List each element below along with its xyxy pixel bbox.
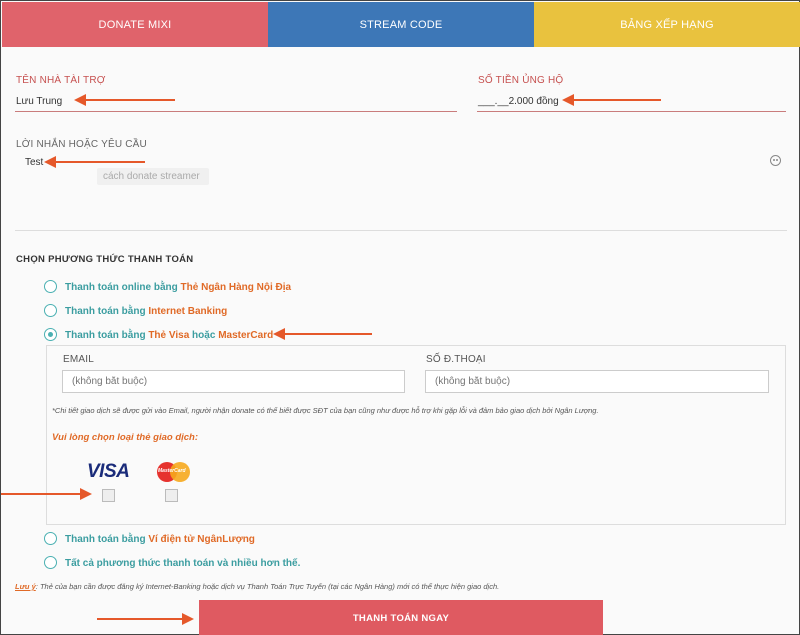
option-highlight-2: MasterCard [218,330,274,341]
phone-field[interactable] [425,370,769,393]
footnote-label: Lưu ý [15,582,36,591]
annotation-arrow-amount [562,94,661,106]
sponsor-input[interactable]: Lưu Trung [16,96,62,107]
radio-internet-banking[interactable] [44,304,57,317]
option-text: Thanh toán bằng [65,534,149,545]
visa-logo: VISA [87,461,130,482]
option-visa-mastercard[interactable]: Thanh toán bằng Thẻ Visa hoặc MasterCard [65,330,273,341]
visa-checkbox[interactable] [102,489,115,502]
sponsor-underline [15,111,457,112]
option-text: Thanh toán bằng [65,306,149,317]
email-label: EMAIL [63,354,95,365]
option-highlight: Internet Banking [148,306,228,317]
email-note: *Chi tiết giao dịch sẽ được gửi vào Emai… [52,406,599,415]
option-text: Thanh toán bằng [65,330,149,341]
annotation-arrow-pay-button [97,613,194,625]
sponsor-label: TÊN NHÀ TÀI TRỢ [16,75,106,86]
option-text: Tất cả phương thức thanh toán và nhiều h… [65,558,301,569]
radio-visa-mastercard[interactable] [44,328,57,341]
annotation-arrow-message [44,156,145,168]
footnote-text: : Thẻ của bạn cần được đăng ký Internet-… [35,582,500,591]
option-text-middle: hoặc [189,330,219,341]
option-all-methods[interactable]: Tất cả phương thức thanh toán và nhiều h… [65,558,300,569]
divider [15,230,787,231]
payment-section-title: CHỌN PHƯƠNG THỨC THANH TOÁN [16,254,194,265]
amount-label: SỐ TIỀN ỦNG HỘ [478,75,564,86]
message-input[interactable]: Test [25,157,43,168]
option-domestic-card[interactable]: Thanh toán online bằng Thẻ Ngân Hàng Nội… [65,282,291,293]
message-hint: cách donate streamer [97,168,209,185]
radio-domestic-card[interactable] [44,280,57,293]
mastercard-logo-text: MasterCard [158,468,186,474]
annotation-arrow-visa-option [273,328,372,340]
footnote: Lưu ý: Thẻ của bạn cần được đăng ký Inte… [15,582,499,591]
message-label: LỜI NHẮN HOẶC YÊU CẦU [16,139,147,150]
option-text: Thanh toán online bằng [65,282,181,293]
page-frame: DONATE MIXI STREAM CODE BẢNG XẾP HẠNG TÊ… [0,0,800,635]
radio-ewallet[interactable] [44,532,57,545]
mastercard-checkbox[interactable] [165,489,178,502]
choose-card-label: Vui lòng chọn loại thẻ giao dịch: [52,432,199,443]
tab-stream-code[interactable]: STREAM CODE [268,2,534,47]
annotation-arrow-sponsor [74,94,175,106]
option-highlight: Ví điện tử NgânLượng [148,534,255,545]
option-highlight: Thẻ Ngân Hàng Nội Địa [180,282,292,293]
option-highlight: Thẻ Visa [148,330,190,341]
amount-input[interactable]: ___.__2.000 đồng [478,96,559,107]
option-internet-banking[interactable]: Thanh toán bằng Internet Banking [65,306,227,317]
mastercard-logo: MasterCard [157,462,191,482]
pay-now-button[interactable]: THANH TOÁN NGAY [199,600,603,635]
emoji-icon[interactable] [770,155,781,166]
tab-donate-mixi[interactable]: DONATE MIXI [2,2,268,47]
tab-ranking[interactable]: BẢNG XẾP HẠNG [534,2,800,47]
card-details-panel: EMAIL SỐ Đ.THOẠI *Chi tiết giao dịch sẽ … [46,345,786,525]
email-field[interactable] [62,370,405,393]
top-tabs: DONATE MIXI STREAM CODE BẢNG XẾP HẠNG [2,2,800,47]
annotation-arrow-visa-checkbox [1,488,92,500]
amount-underline [477,111,786,112]
phone-label: SỐ Đ.THOẠI [426,354,486,365]
radio-all-methods[interactable] [44,556,57,569]
option-ewallet[interactable]: Thanh toán bằng Ví điện tử NgânLượng [65,534,255,545]
